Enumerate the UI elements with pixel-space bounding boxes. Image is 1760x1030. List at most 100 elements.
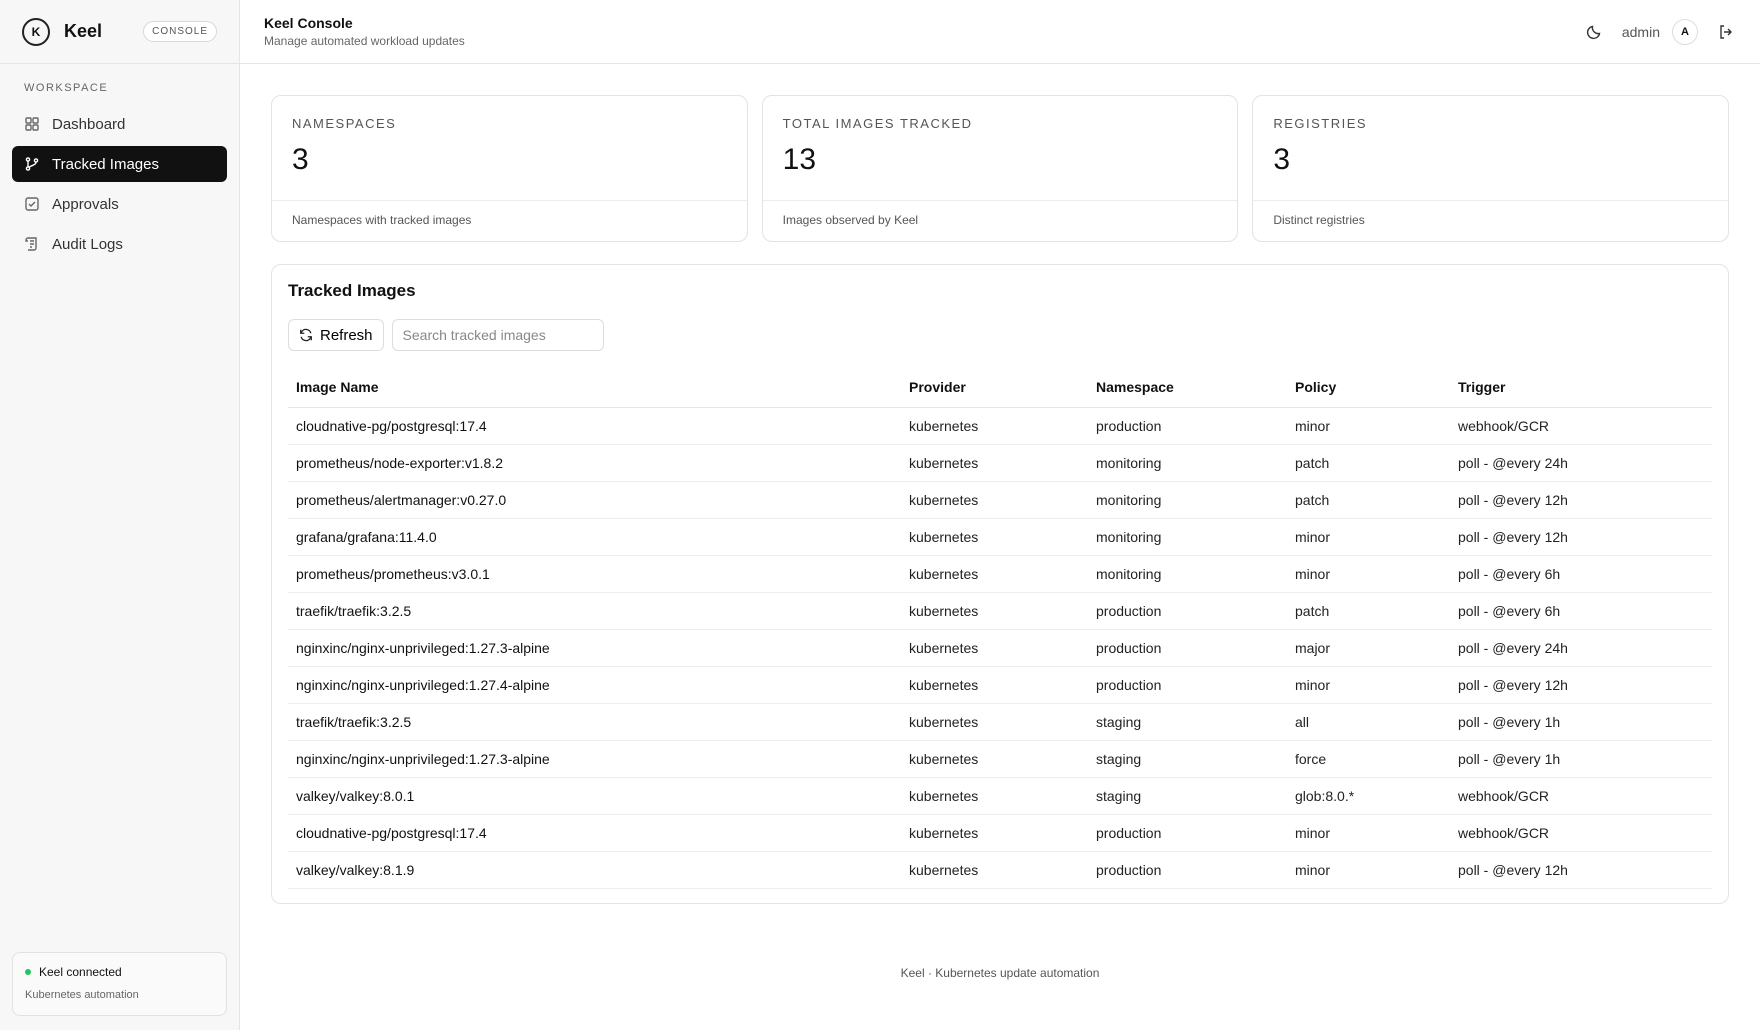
username: admin [1621, 23, 1660, 40]
column-header-namespace[interactable]: Namespace [1088, 367, 1287, 408]
table-row[interactable]: valkey/valkey:8.1.9 kubernetes production m… [288, 851, 1712, 889]
cell-policy: minor [1287, 814, 1450, 852]
toolbar: Refresh [288, 319, 1712, 351]
cell-trigger: poll - @every 12h [1450, 851, 1712, 889]
sidebar-item-approvals[interactable]: Approvals [12, 186, 227, 222]
cell-provider: kubernetes [901, 518, 1088, 556]
tracked-images-table: Image Name Provider Namespace Policy Tri… [288, 367, 1712, 889]
console-badge: CONSOLE [143, 21, 217, 42]
grid-icon [24, 116, 40, 132]
table-row[interactable]: traefik/traefik:3.2.5 kubernetes productio… [288, 592, 1712, 630]
cell-provider: kubernetes [901, 444, 1088, 482]
cell-image-name: grafana/grafana:11.4.0 [288, 518, 901, 556]
cell-trigger: webhook/GCR [1450, 777, 1712, 815]
cell-image-name: cloudnative-pg/postgresql:17.4 [288, 407, 901, 445]
scroll-icon [24, 236, 40, 252]
table-row[interactable]: grafana/grafana:11.4.0 kubernetes monitori… [288, 518, 1712, 556]
sidebar: K Keel CONSOLE WORKSPACE Dashboard Track… [0, 0, 240, 1030]
stat-description: Namespaces with tracked images [292, 213, 472, 227]
table-row[interactable]: nginxinc/nginx-unprivileged:1.27.4-alpin… [288, 666, 1712, 704]
avatar[interactable]: A [1672, 18, 1698, 45]
keel-logo-icon: K [22, 17, 50, 46]
cell-provider: kubernetes [901, 814, 1088, 852]
git-branch-icon [24, 156, 40, 172]
connection-status: Keel connected [25, 965, 214, 979]
stat-card-namespaces: NAMESPACES 3 Namespaces with tracked ima… [271, 95, 748, 242]
page-title: Keel Console [264, 15, 353, 31]
cell-image-name: nginxinc/nginx-unprivileged:1.27.4-alpin… [288, 666, 901, 704]
cell-policy: patch [1287, 444, 1450, 482]
table-row[interactable]: cloudnative-pg/postgresql:17.4 kubernetes… [288, 407, 1712, 445]
table-row[interactable]: nginxinc/nginx-unprivileged:1.27.3-alpin… [288, 740, 1712, 778]
stat-label: NAMESPACES [292, 116, 397, 131]
table-row[interactable]: prometheus/prometheus:v3.0.1 kubernetes mo… [288, 555, 1712, 593]
cell-provider: kubernetes [901, 629, 1088, 667]
cell-policy: minor [1287, 518, 1450, 556]
page-subtitle: Manage automated workload updates [264, 34, 465, 48]
table-row[interactable]: prometheus/alertmanager:v0.27.0 kubernete… [288, 481, 1712, 519]
cell-policy: minor [1287, 555, 1450, 593]
cell-provider: kubernetes [901, 592, 1088, 630]
cell-namespace: monitoring [1088, 481, 1287, 519]
column-header-image-name[interactable]: Image Name [288, 367, 901, 408]
cell-policy: minor [1287, 851, 1450, 889]
cell-image-name: valkey/valkey:8.1.9 [288, 851, 901, 889]
search-input[interactable] [391, 319, 604, 351]
sidebar-item-tracked-images[interactable]: Tracked Images [12, 146, 227, 182]
cell-image-name: traefik/traefik:3.2.5 [288, 703, 901, 741]
stat-label: TOTAL IMAGES TRACKED [782, 116, 973, 131]
sidebar-item-dashboard[interactable]: Dashboard [12, 106, 227, 142]
stat-card-total-images: TOTAL IMAGES TRACKED 13 Images observed … [761, 95, 1239, 242]
sidebar-item-audit-logs[interactable]: Audit Logs [12, 226, 227, 262]
cell-provider: kubernetes [901, 777, 1088, 815]
column-header-policy[interactable]: Policy [1287, 367, 1450, 408]
stat-value: 3 [1273, 143, 1291, 176]
cell-trigger: webhook/GCR [1450, 814, 1712, 852]
cell-provider: kubernetes [901, 481, 1088, 519]
cell-provider: kubernetes [901, 555, 1088, 593]
table-row[interactable]: prometheus/node-exporter:v1.8.2 kubernete… [288, 444, 1712, 482]
cell-image-name: valkey/valkey:8.0.1 [288, 777, 901, 815]
cell-policy: minor [1287, 407, 1450, 445]
panel-title: Tracked Images [288, 281, 416, 300]
cell-namespace: production [1088, 851, 1287, 889]
connection-status-card: Keel connected Kubernetes automation [12, 952, 227, 1016]
cell-namespace: staging [1088, 740, 1287, 778]
logout-icon[interactable] [1716, 22, 1736, 42]
column-header-provider[interactable]: Provider [901, 367, 1088, 408]
cell-namespace: staging [1088, 703, 1287, 741]
cell-namespace: production [1088, 629, 1287, 667]
cell-trigger: poll - @every 12h [1450, 666, 1712, 704]
table-row[interactable]: nginxinc/nginx-unprivileged:1.27.3-alpin… [288, 629, 1712, 667]
cell-policy: patch [1287, 481, 1450, 519]
cell-trigger: poll - @every 6h [1450, 555, 1712, 593]
column-header-trigger[interactable]: Trigger [1450, 367, 1712, 408]
main: Keel Console Manage automated workload u… [240, 0, 1760, 1030]
cell-image-name: cloudnative-pg/postgresql:17.4 [288, 814, 901, 852]
status-title: Keel connected [39, 965, 122, 979]
theme-toggle-moon-icon[interactable] [1584, 22, 1604, 42]
cell-policy: minor [1287, 666, 1450, 704]
cell-policy: glob:8.0.* [1287, 777, 1450, 815]
brand[interactable]: K Keel CONSOLE [0, 0, 239, 64]
table-row[interactable]: cloudnative-pg/postgresql:17.4 kubernetes… [288, 814, 1712, 852]
cell-trigger: poll - @every 1h [1450, 740, 1712, 778]
refresh-button[interactable]: Refresh [288, 319, 384, 351]
header-text: Keel Console Manage automated workload u… [264, 15, 465, 48]
section-label: WORKSPACE [24, 82, 109, 94]
cell-provider: kubernetes [901, 666, 1088, 704]
cell-namespace: production [1088, 592, 1287, 630]
table-row[interactable]: valkey/valkey:8.0.1 kubernetes staging glob… [288, 777, 1712, 815]
cell-namespace: staging [1088, 777, 1287, 815]
sidebar-item-label: Audit Logs [52, 235, 123, 253]
stat-label: REGISTRIES [1273, 116, 1368, 131]
cell-provider: kubernetes [901, 740, 1088, 778]
table-header-row: Image Name Provider Namespace Policy Tri… [288, 367, 1712, 408]
sidebar-item-label: Dashboard [52, 115, 126, 133]
cell-trigger: poll - @every 1h [1450, 703, 1712, 741]
stat-card-registries: REGISTRIES 3 Distinct registries [1252, 95, 1730, 242]
sidebar-item-label: Approvals [52, 195, 119, 213]
tracked-images-panel: Tracked Images Refresh Image Name P [271, 264, 1729, 904]
table-row[interactable]: traefik/traefik:3.2.5 kubernetes staging al… [288, 703, 1712, 741]
stat-value: 13 [782, 143, 817, 176]
